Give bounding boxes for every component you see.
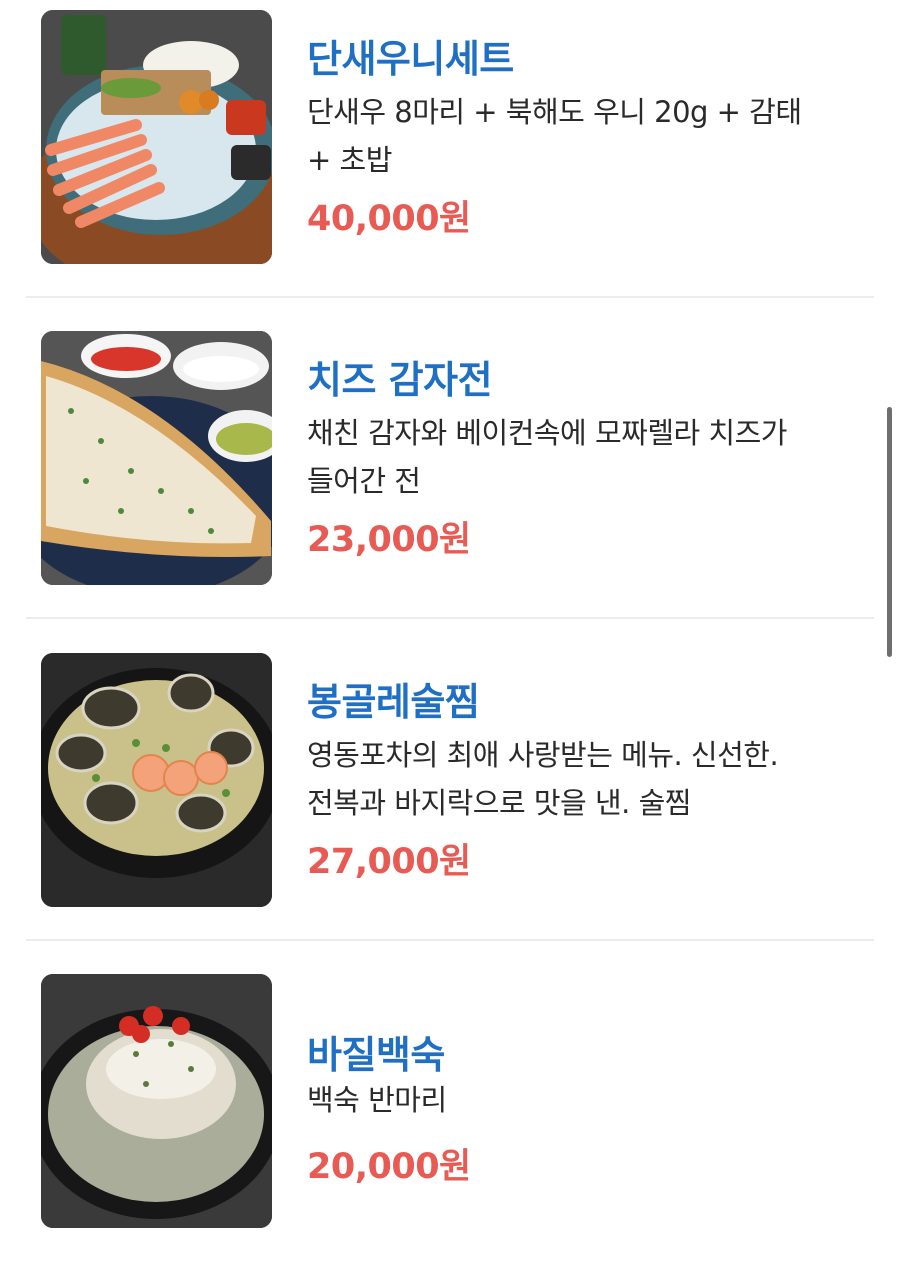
menu-item-name: 단새우니세트 [307, 37, 514, 81]
potato-pancake-image [41, 331, 272, 585]
menu-list: 단새우니세트 단새우 8마리 + 북해도 우니 20g + 감태 + 초밥 40… [0, 0, 900, 1246]
scrollbar[interactable] [887, 407, 892, 657]
menu-item-description-line: 채친 감자와 베이컨속에 모짜렐라 치즈가 [307, 416, 787, 450]
divider [26, 296, 874, 298]
menu-item-description: 단새우 8마리 + 북해도 우니 20g + 감태 + 초밥 [307, 88, 852, 184]
menu-item-description-line: 들어간 전 [307, 464, 421, 498]
menu-item-price: 23,000원 [307, 520, 471, 560]
menu-item-description: 영동포차의 최애 사랑받는 메뉴. 신선한. 전복과 바지락으로 맛을 낸. 술… [307, 731, 852, 827]
menu-item-dansaeu-uni-set[interactable]: 단새우니세트 단새우 8마리 + 북해도 우니 20g + 감태 + 초밥 40… [0, 0, 900, 322]
menu-item-description: 채친 감자와 베이컨속에 모짜렐라 치즈가 들어간 전 [307, 409, 852, 505]
menu-item-name: 봉골레술찜 [307, 680, 480, 724]
menu-item-price: 40,000원 [307, 199, 471, 239]
menu-item-vongole-steamed[interactable]: 봉골레술찜 영동포차의 최애 사랑받는 메뉴. 신선한. 전복과 바지락으로 맛… [0, 643, 900, 965]
menu-item-description-line: + 초밥 [307, 143, 392, 177]
menu-item-name: 치즈 감자전 [307, 358, 493, 402]
shrimp-uni-set-photo[interactable] [41, 10, 272, 264]
vongole-steamed-photo[interactable] [41, 653, 272, 907]
divider [26, 617, 874, 619]
menu-item-description-line: 영동포차의 최애 사랑받는 메뉴. 신선한. [307, 738, 779, 772]
menu-item-basil-baeksuk[interactable]: 바질백숙 백숙 반마리 20,000원 [0, 964, 900, 1286]
potato-pancake-photo[interactable] [41, 331, 272, 585]
basil-baeksuk-photo[interactable] [41, 974, 272, 1228]
divider [26, 939, 874, 941]
menu-item-price: 20,000원 [307, 1147, 471, 1187]
menu-item-description-line: 전복과 바지락으로 맛을 낸. 술찜 [307, 786, 691, 820]
menu-item-description-line: 백숙 반마리 [307, 1083, 447, 1117]
menu-item-cheese-potato-pancake[interactable]: 치즈 감자전 채친 감자와 베이컨속에 모짜렐라 치즈가 들어간 전 23,00… [0, 321, 900, 643]
basil-baeksuk-image [41, 974, 272, 1228]
menu-item-price: 27,000원 [307, 842, 471, 882]
menu-item-description: 백숙 반마리 [307, 1076, 852, 1124]
shrimp-uni-set-image [41, 10, 272, 264]
menu-item-name: 바질백숙 [307, 1033, 445, 1077]
vongole-steamed-image [41, 653, 272, 907]
menu-item-description-line: 단새우 8마리 + 북해도 우니 20g + 감태 [307, 95, 802, 129]
